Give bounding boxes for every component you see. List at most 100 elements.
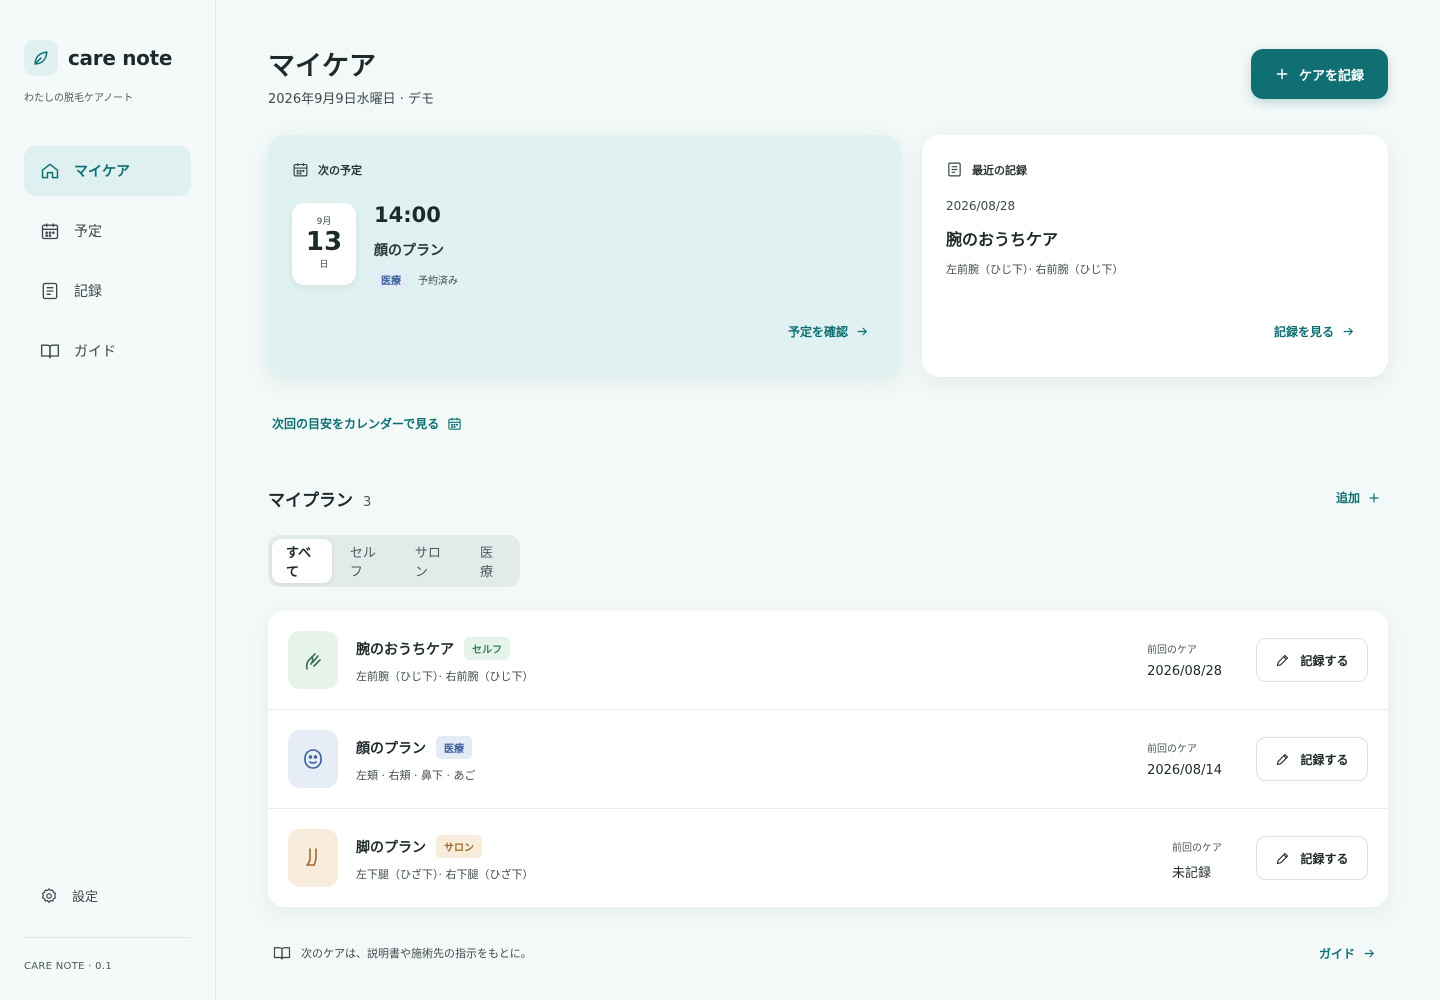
pencil-icon (1275, 851, 1290, 866)
record-plan-label: 記録する (1300, 752, 1349, 767)
plan-row[interactable]: 脚のプラン サロン 左下腿（ひざ下）· 右下腿（ひざ下） 前回のケア 未記録 記… (268, 809, 1388, 907)
arrow-right-icon (856, 325, 869, 338)
sidebar-item-schedule[interactable]: 予定 (24, 206, 191, 256)
sidebar-item-mycare[interactable]: マイケア (24, 146, 191, 196)
record-plan-button[interactable]: 記録する (1256, 737, 1368, 781)
calendar-icon (447, 416, 462, 431)
recent-record-title: 腕のおうちケア (946, 230, 1059, 249)
recent-record-areas: 左前腕（ひじ下）· 右前腕（ひじ下） (946, 263, 1124, 276)
plan-last-care: 前回のケア 未記録 (1172, 839, 1222, 881)
sidebar-nav: マイケア 予定 記録 ガイド (24, 146, 191, 386)
plans-title-text: マイプラン (268, 491, 353, 511)
date-weekday: 日 (319, 260, 329, 270)
last-care-label: 前回のケア (1147, 645, 1198, 656)
book-icon (273, 944, 291, 962)
plan-filter-tabs: すべて セルフ サロン 医療 (268, 535, 520, 587)
filter-tab-all[interactable]: すべて (272, 539, 332, 583)
plan-name-text: 脚のプラン (356, 839, 426, 856)
plan-row[interactable]: 顔のプラン 医療 左頬 · 右頬 · 鼻下 · あご 前回のケア 2026/08… (268, 710, 1388, 809)
filter-tab-self[interactable]: セルフ (336, 539, 397, 583)
next-appointment-card: 次の予定 9月 13 日 14:00 顔のプラン 医療 予約済み 予定を確認 (268, 135, 901, 377)
type-badge: 医療 (374, 270, 408, 289)
status-badge: 予約済み (418, 276, 458, 287)
pencil-icon (1275, 752, 1290, 767)
arm-icon (288, 631, 338, 689)
next-appointment-heading: 次の予定 (292, 161, 362, 178)
last-care-label: 前回のケア (1172, 843, 1222, 854)
view-records-label: 記録を見る (1274, 325, 1335, 339)
arrow-right-icon (1342, 325, 1355, 338)
last-care-date: 未記録 (1172, 866, 1212, 881)
plans-count: 3 (363, 495, 372, 510)
filter-tab-medical[interactable]: 医療 (466, 539, 516, 583)
page-title: マイケア (268, 51, 376, 82)
plan-areas: 左頬 · 右頬 · 鼻下 · あご (356, 769, 476, 782)
calendar-link[interactable]: 次回の目安をカレンダーで見る (272, 415, 462, 432)
sidebar-item-records[interactable]: 記録 (24, 266, 191, 316)
settings-label: 設定 (72, 890, 99, 905)
gear-icon (40, 887, 58, 905)
last-care-label: 前回のケア (1147, 744, 1198, 755)
brand-tagline: わたしの脱毛ケアノート (24, 93, 134, 104)
sidebar-item-guide[interactable]: ガイド (24, 326, 191, 376)
add-plan-button[interactable]: 追加 (1336, 489, 1380, 506)
calendar-icon (292, 161, 309, 178)
face-icon (288, 730, 338, 788)
record-plan-button[interactable]: 記録する (1256, 836, 1368, 880)
guide-link-label: ガイド (1319, 947, 1356, 961)
plan-areas: 左前腕（ひじ下）· 右前腕（ひじ下） (356, 670, 534, 683)
plan-name: 脚のプラン サロン (356, 835, 482, 858)
brand-name: care note (68, 46, 173, 70)
next-appointment-heading-text: 次の予定 (318, 163, 362, 177)
date-month: 9月 (316, 217, 332, 227)
page-date: 2026年9月9日水曜日 · デモ (268, 92, 435, 107)
sidebar-item-label: 予定 (74, 224, 102, 240)
arrow-right-icon (1363, 947, 1376, 960)
recent-record-card: 最近の記録 2026/08/28 腕のおうちケア 左前腕（ひじ下）· 右前腕（ひ… (922, 135, 1388, 377)
date-day: 13 (305, 227, 343, 257)
view-schedule-link[interactable]: 予定を確認 (788, 323, 869, 340)
record-plan-label: 記録する (1300, 851, 1349, 866)
version-label: CARE NOTE · 0.1 (24, 961, 112, 972)
recent-record-heading-text: 最近の記録 (972, 163, 1027, 177)
sidebar: care note わたしの脱毛ケアノート マイケア 予定 記録 ガイド 設定 … (0, 0, 216, 1000)
record-plan-label: 記録する (1300, 653, 1349, 668)
appointment-tags: 医療 予約済み (374, 270, 460, 289)
sidebar-divider (24, 937, 191, 938)
sidebar-item-label: 記録 (74, 284, 102, 300)
view-records-link[interactable]: 記録を見る (1274, 323, 1355, 340)
record-care-button[interactable]: ケアを記録 (1251, 49, 1388, 99)
plan-type-badge: セルフ (464, 637, 510, 660)
recent-record-heading: 最近の記録 (946, 161, 1027, 178)
last-care-date: 2026/08/28 (1147, 664, 1222, 679)
plan-last-care: 前回のケア 2026/08/28 (1147, 641, 1222, 679)
plan-name: 腕のおうちケア セルフ (356, 637, 510, 660)
last-care-date: 2026/08/14 (1147, 763, 1222, 778)
date-tile: 9月 13 日 (292, 203, 356, 285)
book-icon (40, 341, 60, 361)
plans-title: マイプラン 3 (268, 486, 371, 511)
plus-icon (1275, 67, 1289, 81)
record-plan-button[interactable]: 記録する (1256, 638, 1368, 682)
calendar-link-label: 次回の目安をカレンダーで見る (272, 417, 440, 431)
guide-link[interactable]: ガイド (1319, 945, 1376, 962)
pencil-icon (1275, 653, 1290, 668)
view-schedule-label: 予定を確認 (788, 325, 849, 339)
settings-link[interactable]: 設定 (40, 886, 98, 905)
plan-last-care: 前回のケア 2026/08/14 (1147, 740, 1222, 778)
plan-type-badge: サロン (436, 835, 482, 858)
plus-icon (1368, 492, 1380, 504)
document-icon (946, 161, 963, 178)
plan-list: 腕のおうちケア セルフ 左前腕（ひじ下）· 右前腕（ひじ下） 前回のケア 202… (268, 611, 1388, 907)
filter-tab-salon[interactable]: サロン (401, 539, 462, 583)
document-icon (40, 281, 60, 301)
footer-note: 次のケアは、説明書や施術先の指示をもとに。 (273, 944, 532, 962)
calendar-icon (40, 221, 60, 241)
plan-name-text: 腕のおうちケア (356, 641, 454, 658)
plan-name: 顔のプラン 医療 (356, 736, 472, 759)
appointment-time: 14:00 (374, 203, 441, 227)
plan-row[interactable]: 腕のおうちケア セルフ 左前腕（ひじ下）· 右前腕（ひじ下） 前回のケア 202… (268, 611, 1388, 710)
plan-type-badge: 医療 (436, 736, 472, 759)
brand[interactable]: care note (24, 40, 172, 76)
plan-areas: 左下腿（ひざ下）· 右下腿（ひざ下） (356, 868, 534, 881)
